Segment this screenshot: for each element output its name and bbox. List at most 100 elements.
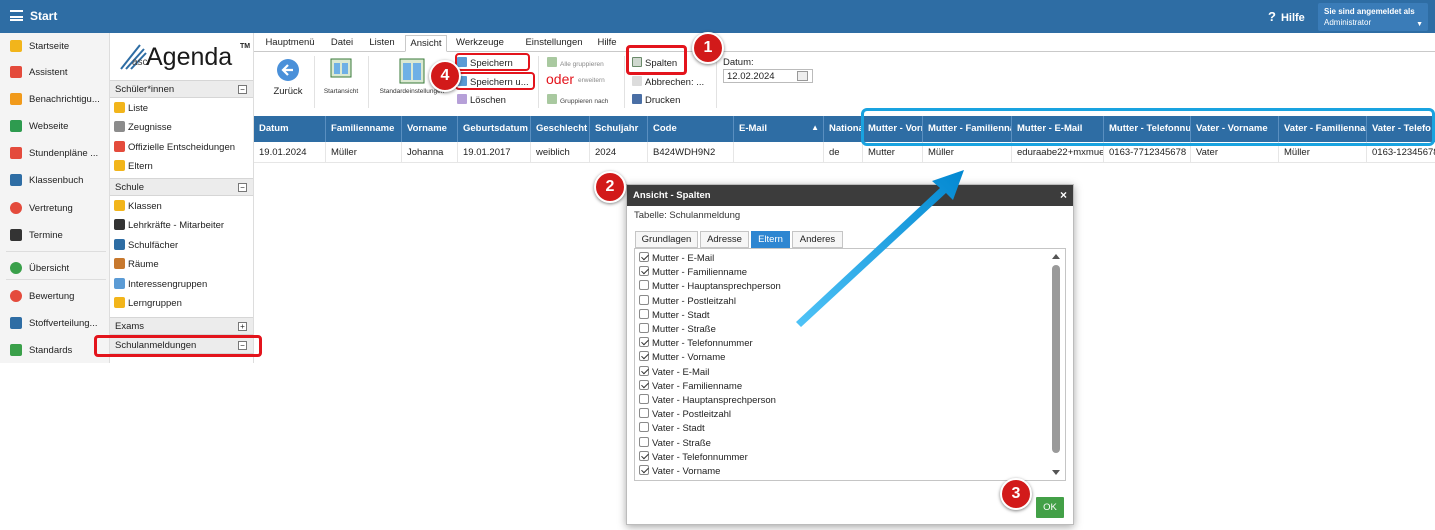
checkbox[interactable] [639, 436, 649, 447]
checkbox[interactable] [639, 323, 649, 333]
column-option[interactable]: Mutter - Stadt [639, 308, 710, 323]
nav-item-6[interactable]: Lehrkräfte - Mitarbeiter [110, 216, 253, 235]
nav-item-7[interactable]: Schulfächer [110, 236, 253, 255]
column-option[interactable]: Vater - Telefonnummer [639, 450, 748, 465]
table-cell[interactable]: 19.01.2024 [254, 142, 326, 163]
checkbox[interactable] [639, 294, 649, 305]
date-input[interactable]: 12.02.2024 [723, 69, 813, 83]
column-option[interactable]: Vater - Postleitzahl [639, 408, 731, 422]
column-header[interactable]: Code [648, 116, 734, 142]
column-option[interactable]: Vater - Familienname [639, 379, 742, 394]
help-link[interactable]: ? Hilfe [1268, 9, 1305, 24]
menu-tab-5[interactable]: Werkzeuge [450, 35, 510, 52]
sidebar-item-8[interactable]: Termine [0, 226, 110, 246]
table-cell[interactable]: Johanna [402, 142, 458, 163]
nav-item-1[interactable]: Liste [110, 99, 253, 118]
sidebar-item-4[interactable]: Webseite [0, 117, 110, 137]
checkbox[interactable] [639, 280, 649, 291]
checkbox[interactable] [639, 337, 649, 348]
nav-item-9[interactable]: Interessengruppen [110, 275, 253, 294]
nav-item-10[interactable]: Lerngruppen [110, 294, 253, 313]
column-option[interactable]: Mutter - E-Mail [639, 252, 714, 266]
column-option[interactable]: Vater - Vorname [639, 465, 720, 479]
table-cell[interactable]: Müller [326, 142, 402, 163]
group-by-button[interactable]: Gruppieren nach [547, 94, 608, 105]
delete-button[interactable]: Löschen [457, 94, 506, 106]
nav-item-3[interactable]: Offizielle Entscheidungen [110, 138, 253, 157]
checkbox[interactable] [639, 394, 649, 404]
checkbox[interactable] [639, 365, 649, 376]
dialog-tab-2[interactable]: Adresse [700, 231, 749, 248]
column-header[interactable]: E-Mail ▲ [734, 116, 824, 142]
checkbox[interactable] [639, 422, 649, 433]
sidebar-item-9[interactable]: Übersicht [0, 259, 110, 279]
menu-tab-2[interactable]: Datei [324, 35, 360, 52]
column-header[interactable]: Familienname [326, 116, 402, 142]
checkbox[interactable] [639, 351, 649, 362]
nav-section-3[interactable]: Exams + [110, 317, 253, 335]
nav-section-1[interactable]: Schüler*innen − [110, 80, 253, 98]
menu-tab-1[interactable]: Hauptmenü [260, 35, 320, 52]
column-option[interactable]: Mutter - Hauptansprechperson [639, 280, 781, 294]
sidebar-item-11[interactable]: Stoffverteilung... [0, 314, 110, 334]
cancel-sort-button[interactable]: Abbrechen: ... [632, 76, 704, 88]
sidebar-item-10[interactable]: Bewertung [0, 287, 110, 307]
print-button[interactable]: Drucken [632, 94, 680, 106]
sidebar-item-7[interactable]: Vertretung [0, 199, 110, 219]
sidebar-item-3[interactable]: Benachrichtigu... [0, 90, 110, 110]
scroll-thumb[interactable] [1052, 265, 1060, 453]
menu-tab-7[interactable]: Hilfe [592, 35, 622, 52]
scroll-up-icon[interactable] [1052, 254, 1060, 259]
column-option[interactable]: Vater - E-Mail [639, 365, 709, 380]
column-header[interactable]: Vorname [402, 116, 458, 142]
sidebar-item-2[interactable]: Assistent [0, 63, 110, 83]
column-header[interactable]: Datum [254, 116, 326, 142]
column-option[interactable]: Vater - Straße [639, 436, 711, 451]
nav-section-2[interactable]: Schule − [110, 178, 253, 196]
nav-item-2[interactable]: Zeugnisse [110, 118, 253, 137]
ok-button[interactable]: OK [1036, 497, 1064, 518]
calendar-icon[interactable] [797, 71, 808, 81]
toggle-icon[interactable]: − [238, 183, 247, 192]
checkbox[interactable] [639, 308, 649, 319]
checklist-scrollbar[interactable] [1049, 251, 1063, 478]
menu-tab-4[interactable]: Ansicht [405, 35, 447, 52]
column-option[interactable]: Vater - Stadt [639, 422, 705, 436]
column-header[interactable]: Nationa [824, 116, 863, 142]
checkbox[interactable] [639, 379, 649, 390]
close-icon[interactable]: × [1060, 188, 1067, 202]
checkbox[interactable] [639, 252, 649, 262]
group-all-button[interactable]: Alle gruppieren [547, 57, 604, 68]
checkbox[interactable] [639, 465, 649, 475]
toggle-icon[interactable]: + [238, 322, 247, 331]
menu-tab-6[interactable]: Einstellungen [519, 35, 589, 52]
user-menu[interactable]: Sie sind angemeldet als Administrator ▼ [1318, 3, 1428, 31]
sort-ascending-icon[interactable]: ▲ [811, 123, 819, 132]
nav-item-4[interactable]: Eltern [110, 157, 253, 176]
back-button[interactable]: Zurück [268, 58, 308, 100]
dialog-tab-1[interactable]: Grundlagen [635, 231, 698, 248]
toggle-icon[interactable]: − [238, 85, 247, 94]
hamburger-menu-icon[interactable] [10, 10, 23, 21]
checkbox[interactable] [639, 450, 649, 461]
sidebar-item-5[interactable]: Stundenpläne ... [0, 144, 110, 164]
table-cell[interactable]: 2024 [590, 142, 648, 163]
column-option[interactable]: Mutter - Telefonnummer [639, 337, 753, 351]
nav-item-5[interactable]: Klassen [110, 197, 253, 216]
scroll-down-icon[interactable] [1052, 470, 1060, 475]
table-cell[interactable]: weiblich [531, 142, 590, 163]
column-option[interactable]: Mutter - Straße [639, 323, 716, 337]
sidebar-item-1[interactable]: Startseite [0, 37, 110, 57]
checkbox[interactable] [639, 266, 649, 277]
column-header[interactable]: Geburtsdatum [458, 116, 531, 142]
expand-button[interactable]: erweitern [578, 77, 605, 84]
table-cell[interactable]: B424WDH9N2 [648, 142, 734, 163]
nav-item-8[interactable]: Räume [110, 255, 253, 274]
menu-tab-3[interactable]: Listen [362, 35, 402, 52]
column-option[interactable]: Mutter - Postleitzahl [639, 294, 736, 309]
sidebar-item-6[interactable]: Klassenbuch [0, 171, 110, 191]
table-cell[interactable]: 19.01.2017 [458, 142, 531, 163]
start-view-button[interactable]: Startansicht [320, 58, 362, 95]
checkbox[interactable] [639, 408, 649, 419]
column-option[interactable]: Vater - Hauptansprechperson [639, 394, 776, 408]
